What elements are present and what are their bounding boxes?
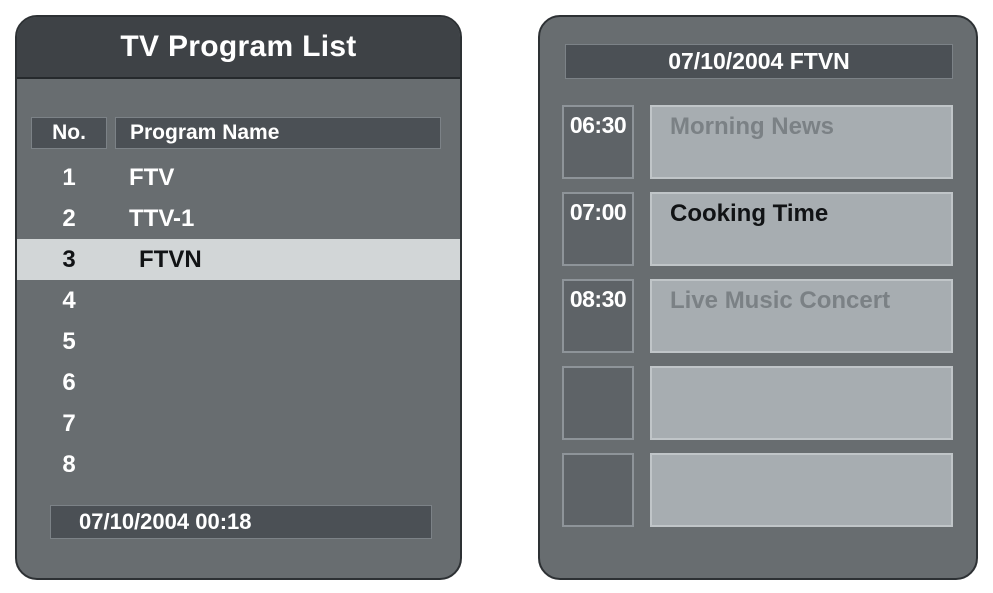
schedule-program-name: Live Music Concert: [670, 287, 891, 314]
program-schedule-panel: 07/10/2004 FTVN 06:30 Morning News 07:00…: [538, 15, 978, 580]
row-program-name: FTV: [129, 163, 175, 191]
column-header-program-name-label: Program Name: [130, 121, 280, 144]
schedule-time: 06:30: [569, 112, 627, 138]
schedule-program-name: Cooking Time: [670, 200, 829, 227]
table-row[interactable]: 7: [17, 403, 460, 444]
schedule-row[interactable]: [540, 450, 976, 537]
schedule-program-box[interactable]: [650, 366, 953, 440]
program-table-header: No. Program Name: [17, 117, 460, 149]
schedule-time-box[interactable]: 07:00: [562, 192, 634, 266]
table-row[interactable]: 5: [17, 321, 460, 362]
row-number: 3: [62, 245, 76, 273]
schedule-header-label: 07/10/2004 FTVN: [668, 48, 850, 74]
program-list-body: No. Program Name 1 FTV 2 TTV-1 3 FTVN 4: [17, 79, 460, 578]
schedule-row[interactable]: 06:30 Morning News: [540, 102, 976, 189]
program-table-rows: 1 FTV 2 TTV-1 3 FTVN 4 5 6 7 8: [17, 157, 460, 485]
tv-program-list-panel: TV Program List No. Program Name 1 FTV 2…: [15, 15, 462, 580]
schedule-header: 07/10/2004 FTVN: [565, 44, 953, 79]
row-number: 2: [62, 204, 76, 232]
table-row[interactable]: 6: [17, 362, 460, 403]
schedule-program-box[interactable]: Morning News: [650, 105, 953, 179]
row-number: 5: [62, 327, 76, 355]
schedule-time-box[interactable]: 06:30: [562, 105, 634, 179]
schedule-row[interactable]: 08:30 Live Music Concert: [540, 276, 976, 363]
schedule-program-box[interactable]: Live Music Concert: [650, 279, 953, 353]
column-header-program-name: Program Name: [115, 117, 441, 149]
table-row[interactable]: 2 TTV-1: [17, 198, 460, 239]
column-header-no: No.: [31, 117, 107, 149]
row-program-name: FTVN: [139, 245, 202, 273]
status-bar-datetime: 07/10/2004 00:18: [79, 509, 252, 534]
schedule-row[interactable]: 07:00 Cooking Time: [540, 189, 976, 276]
schedule-time-box[interactable]: [562, 453, 634, 527]
row-number: 8: [62, 450, 76, 478]
status-bar: 07/10/2004 00:18: [50, 505, 432, 539]
table-row[interactable]: 1 FTV: [17, 157, 460, 198]
schedule-time: 08:30: [569, 286, 627, 312]
table-row-selected[interactable]: 3 FTVN: [17, 239, 460, 280]
row-program-name: TTV-1: [129, 204, 195, 232]
schedule-program-box[interactable]: [650, 453, 953, 527]
schedule-time-box[interactable]: 08:30: [562, 279, 634, 353]
schedule-program-box[interactable]: Cooking Time: [650, 192, 953, 266]
table-row[interactable]: 8: [17, 444, 460, 485]
row-number: 7: [62, 409, 76, 437]
schedule-rows: 06:30 Morning News 07:00 Cooking Time 08…: [540, 102, 976, 537]
schedule-time-box[interactable]: [562, 366, 634, 440]
row-number: 6: [62, 368, 76, 396]
panel-titlebar: TV Program List: [17, 17, 460, 79]
schedule-program-name: Morning News: [670, 113, 835, 140]
table-row[interactable]: 4: [17, 280, 460, 321]
schedule-row[interactable]: [540, 363, 976, 450]
schedule-time: 07:00: [569, 199, 627, 225]
column-header-no-label: No.: [52, 121, 86, 144]
row-number: 4: [62, 286, 76, 314]
row-number: 1: [62, 163, 76, 191]
page-title: TV Program List: [120, 30, 357, 63]
